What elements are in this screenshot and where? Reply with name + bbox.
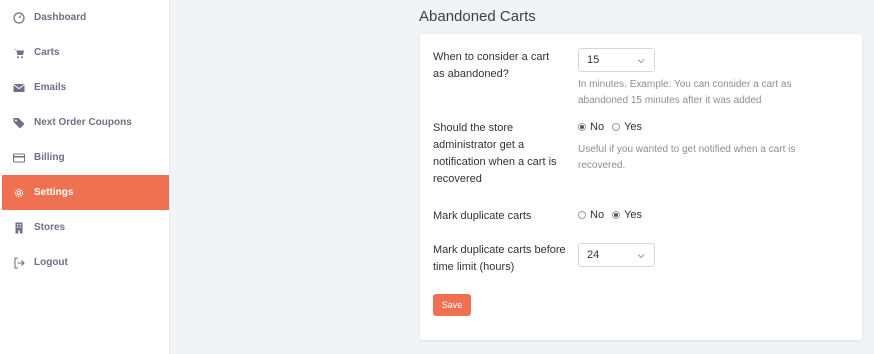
radio-button[interactable] bbox=[578, 211, 586, 219]
notify-admin-help: Useful if you wanted to get notified whe… bbox=[578, 144, 796, 171]
cart-icon bbox=[12, 46, 26, 60]
sidebar-item-label: Settings bbox=[34, 187, 74, 198]
radio-button-selected[interactable] bbox=[578, 123, 586, 131]
duplicate-time-limit-label: Mark duplicate carts before time limit (… bbox=[433, 244, 566, 273]
mark-duplicates-radio-group: No Yes bbox=[578, 209, 650, 221]
envelope-icon bbox=[12, 81, 26, 95]
sidebar-item-label: Next Order Coupons bbox=[34, 117, 132, 128]
building-icon bbox=[12, 221, 26, 235]
sidebar: Dashboard Carts Emails Next Order Coupon… bbox=[0, 0, 170, 354]
sidebar-item-billing[interactable]: Billing bbox=[2, 140, 169, 175]
chevron-down-icon bbox=[637, 59, 645, 64]
radio-label: No bbox=[590, 209, 605, 221]
mark-duplicates-yes-radio[interactable]: Yes bbox=[612, 209, 642, 221]
radio-button-selected[interactable] bbox=[612, 211, 621, 219]
duplicate-time-limit-value: 24 bbox=[587, 249, 600, 261]
radio-label: Yes bbox=[624, 121, 643, 133]
abandon-time-help: In minutes. Example: You can consider a … bbox=[578, 79, 792, 106]
sidebar-item-label: Billing bbox=[34, 152, 65, 163]
abandon-time-label: When to consider a cart as abandoned? bbox=[433, 51, 550, 80]
sidebar-item-next-order-coupons[interactable]: Next Order Coupons bbox=[2, 105, 169, 140]
radio-label: Yes bbox=[624, 209, 643, 221]
sidebar-item-label: Stores bbox=[34, 222, 66, 233]
logout-icon bbox=[12, 256, 26, 270]
sidebar-item-label: Dashboard bbox=[34, 12, 87, 23]
abandon-time-select[interactable]: 15 bbox=[578, 48, 655, 72]
sidebar-item-label: Emails bbox=[34, 82, 67, 93]
sidebar-item-dashboard[interactable]: Dashboard bbox=[2, 0, 169, 35]
notify-admin-radio-group: No Yes bbox=[578, 121, 650, 133]
page-title: Abandoned Carts bbox=[419, 8, 536, 25]
chevron-down-icon bbox=[637, 254, 645, 259]
radio-button[interactable] bbox=[612, 123, 621, 131]
mark-duplicates-label: Mark duplicate carts bbox=[433, 210, 532, 222]
sidebar-item-logout[interactable]: Logout bbox=[2, 245, 169, 280]
gauge-icon bbox=[12, 11, 26, 25]
settings-card: When to consider a cart as abandoned? 15… bbox=[420, 34, 862, 340]
sidebar-item-stores[interactable]: Stores bbox=[2, 210, 169, 245]
abandon-time-value: 15 bbox=[587, 54, 600, 66]
sidebar-item-label: Carts bbox=[34, 47, 60, 58]
sidebar-item-label: Logout bbox=[34, 257, 68, 268]
save-button[interactable]: Save bbox=[433, 294, 471, 316]
sidebar-item-carts[interactable]: Carts bbox=[2, 35, 169, 70]
notify-admin-label: Should the store administrator get a not… bbox=[433, 122, 557, 185]
notify-admin-no-radio[interactable]: No bbox=[578, 121, 604, 133]
sidebar-item-settings[interactable]: Settings bbox=[2, 175, 169, 210]
duplicate-time-limit-select[interactable]: 24 bbox=[578, 243, 655, 267]
tags-icon bbox=[12, 116, 26, 130]
sidebar-item-emails[interactable]: Emails bbox=[2, 70, 169, 105]
radio-label: No bbox=[590, 121, 605, 133]
mark-duplicates-no-radio[interactable]: No bbox=[578, 209, 604, 221]
gear-icon bbox=[12, 186, 26, 200]
credit-card-icon bbox=[12, 151, 26, 165]
notify-admin-yes-radio[interactable]: Yes bbox=[612, 121, 642, 133]
